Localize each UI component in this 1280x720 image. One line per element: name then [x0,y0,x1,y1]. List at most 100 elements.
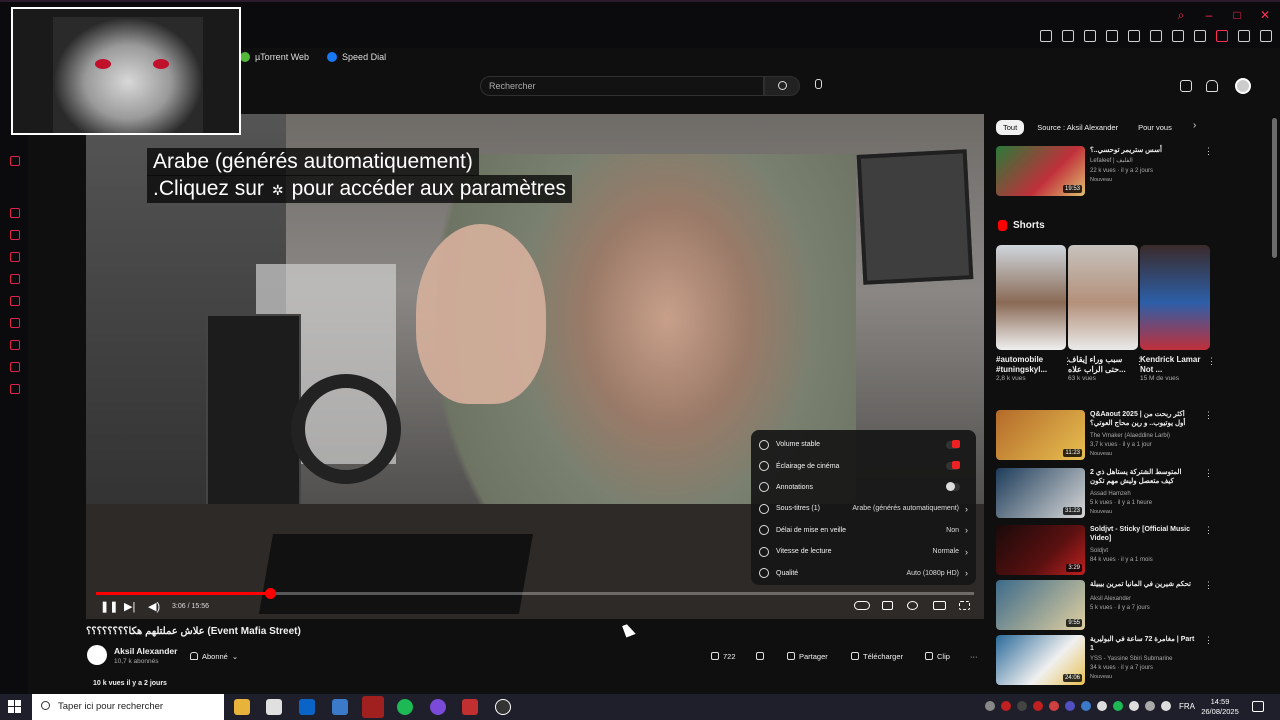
app-icon[interactable] [462,699,478,715]
minimize-icon[interactable]: – [1202,8,1216,23]
menu-icon[interactable] [1260,30,1272,42]
more-vert-icon[interactable]: ⋮ [1204,146,1213,157]
extensions-icon[interactable] [1194,30,1206,42]
video-thumbnail[interactable]: 11:23 [996,410,1085,460]
toggle-switch[interactable] [946,461,960,471]
settings-icon[interactable] [10,384,20,394]
pin-icon[interactable] [1062,30,1074,42]
short-thumbnail[interactable] [1068,245,1138,350]
heart-icon[interactable] [10,230,20,240]
more-actions-button[interactable]: ··· [970,648,978,664]
notification-center-icon[interactable] [1252,701,1264,712]
short-thumbnail[interactable] [1140,245,1210,350]
short-thumbnail[interactable] [996,245,1066,350]
short-item[interactable]: #automobile #tuningskyl... 2,8 k vues ⋮ [996,245,1072,382]
video-thumbnail[interactable]: 31:23 [996,468,1085,518]
opera-gx-icon[interactable] [362,696,384,718]
tray-icon[interactable] [1081,701,1091,711]
tray-icon[interactable] [1065,701,1075,711]
rec-title[interactable]: Q&Aaout 2025 | أكثر ربحت من أول يوتيوب..… [1090,410,1195,428]
list-item[interactable]: 3:29 Soldjvt - Sticky [Official Music Vi… [996,525,1216,575]
chip-source[interactable]: Source : Aksil Alexander [1030,120,1125,135]
list-item[interactable]: 11:23 Q&Aaout 2025 | أكثر ربحت من أول يو… [996,410,1216,460]
short-item[interactable]: Kendrick Lamar Not ... 15 M de vues ⋮ [1140,245,1216,382]
setting-quality[interactable]: Qualité Auto (1080p HD) › [751,562,976,583]
sidebar-icon-1[interactable] [10,156,20,166]
tray-icon[interactable] [985,701,995,711]
sidebar-icon-5[interactable] [10,274,20,284]
app-icon[interactable] [332,699,348,715]
vpn-icon[interactable] [1106,30,1118,42]
spotify-icon[interactable] [397,699,413,715]
chip-all[interactable]: Tout [996,120,1025,135]
toggle-switch[interactable] [946,482,960,492]
list-item[interactable]: 31:23 المتوسط الشتركة يستاهل ذي 2 كيف مت… [996,468,1216,518]
more-vert-icon[interactable]: ⋮ [1204,468,1213,479]
tray-icon[interactable] [1001,701,1011,711]
download-icon[interactable] [10,340,20,350]
settings-gear-icon[interactable] [907,601,918,610]
account-icon[interactable] [1216,30,1228,42]
bookmark-utorrent[interactable]: µTorrent Web [240,52,309,62]
tray-icon[interactable] [1049,701,1059,711]
volume-icon[interactable]: ◀) [148,600,160,613]
maximize-icon[interactable]: □ [1230,8,1244,23]
sidebar-icon-2[interactable] [10,208,20,218]
search-input[interactable]: Rechercher [480,76,764,96]
snapshot-icon[interactable] [1084,30,1096,42]
video-thumbnail[interactable]: 9:55 [996,580,1085,630]
history-icon[interactable] [10,318,20,328]
player-icon[interactable] [1150,30,1162,42]
zoom-icon[interactable] [1040,30,1052,42]
rec-title[interactable]: مغامرة 72 ساعة في البوليرية | Part 1 [1090,635,1195,653]
next-icon[interactable]: ▶| [124,600,135,613]
obs-icon[interactable] [495,699,511,715]
chip-for-you[interactable]: Pour vous [1131,120,1179,135]
progress-bar[interactable] [96,588,974,599]
file-explorer-icon[interactable] [234,699,250,715]
language-indicator[interactable]: FRA [1179,702,1195,711]
more-vert-icon[interactable]: ⋮ [1204,635,1213,646]
channel-name[interactable]: Aksil Alexander [114,646,177,656]
toggle-switch[interactable] [946,439,960,449]
dislike-button[interactable] [756,648,764,664]
list-item[interactable]: 9:55 تحكم شيرين في المانيا تمرين بيبيلة … [996,580,1216,630]
video-thumbnail[interactable]: 24:06 [996,635,1085,685]
search-tabs-icon[interactable]: ⌕ [1174,8,1188,23]
theater-mode-icon[interactable] [933,601,946,610]
setting-playback-speed[interactable]: Vitesse de lecture Normale › [751,541,976,562]
volume-icon[interactable] [1129,701,1139,711]
chevron-right-icon[interactable]: › [1193,120,1196,131]
autoplay-toggle[interactable] [854,601,870,610]
list-item[interactable]: 19:53 أسس ستريمر توحسي..؟ Lefaleef | الف… [996,146,1216,196]
setting-sleep-timer[interactable]: Délai de mise en veille Non › [751,520,976,541]
search-button[interactable] [764,76,800,96]
outlook-icon[interactable] [299,699,315,715]
taskbar-search-input[interactable]: Taper ici pour rechercher [32,694,224,720]
crop-icon[interactable] [1128,30,1140,42]
rec-title[interactable]: Soldjvt - Sticky [Official Music Video] [1090,525,1195,543]
pause-icon[interactable]: ❚❚ [100,600,118,613]
app-icon[interactable] [430,699,446,715]
sidebar-icon-6[interactable] [10,296,20,306]
share-button[interactable]: Partager [787,648,828,664]
avatar[interactable] [1235,78,1251,94]
sidebar-icon-9[interactable] [10,362,20,372]
list-item[interactable]: 24:06 مغامرة 72 ساعة في البوليرية | Part… [996,635,1216,685]
bookmark-speed-dial[interactable]: Speed Dial [327,52,386,62]
channel-avatar[interactable] [87,645,107,665]
subscribed-button[interactable]: Abonné ⌄ [190,648,238,664]
tray-icon[interactable] [1097,701,1107,711]
setting-ambient-mode[interactable]: Éclairage de cinéma [751,455,976,476]
sidebar-icon-4[interactable] [10,252,20,262]
notifications-bell-icon[interactable] [1206,80,1218,92]
rec-title[interactable]: المتوسط الشتركة يستاهل ذي 2 كيف متعصل ول… [1090,468,1195,486]
clip-button[interactable]: Clip [925,648,950,664]
subtitles-icon[interactable] [882,601,893,610]
tray-icon[interactable] [1145,701,1155,711]
more-vert-icon[interactable]: ⋮ [1204,410,1213,421]
fullscreen-icon[interactable] [959,601,970,610]
more-vert-icon[interactable]: ⋮ [1204,525,1213,536]
tray-icon[interactable] [1017,701,1027,711]
clock[interactable]: 14:59 26/08/2025 [1200,697,1240,717]
